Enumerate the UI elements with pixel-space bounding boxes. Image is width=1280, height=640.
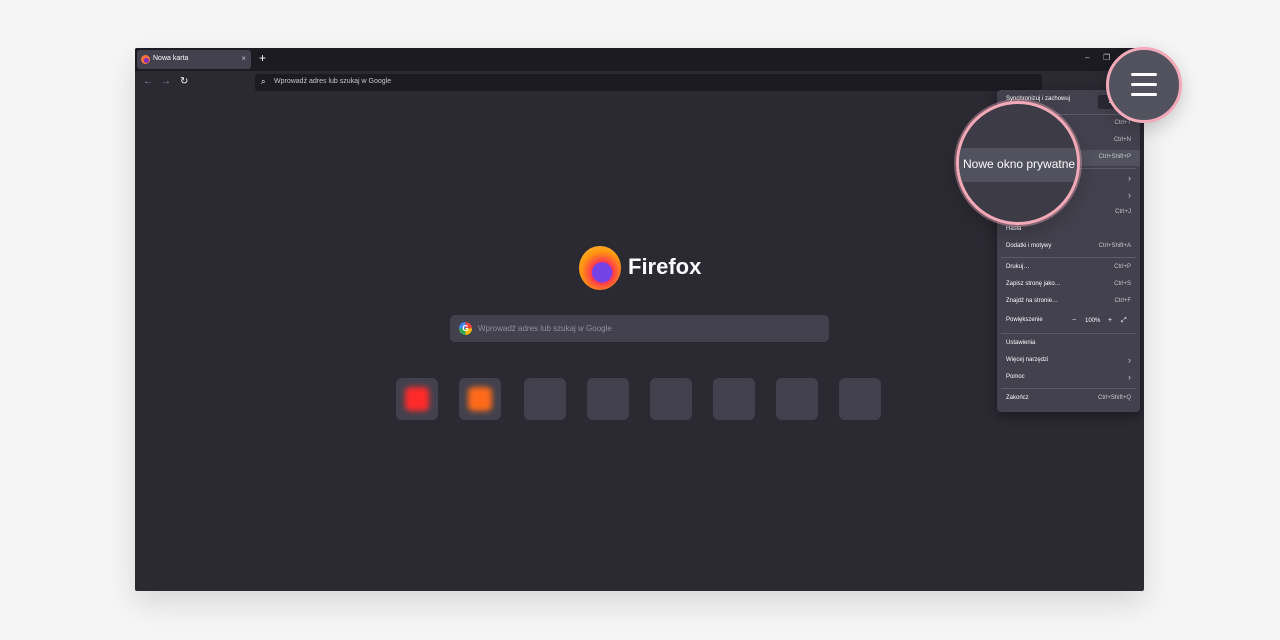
menu-item-zoom: Powiększenie − 100% + ⤢: [997, 312, 1140, 330]
minimize-icon[interactable]: –: [1085, 54, 1089, 62]
tab-new-tab[interactable]: Nowa karta ×: [137, 50, 251, 69]
restore-icon[interactable]: ❐: [1103, 54, 1110, 62]
menu-shortcut: Ctrl+P: [1114, 264, 1131, 270]
firefox-favicon-icon: [141, 55, 150, 64]
menu-divider: [1001, 257, 1136, 258]
top-site-tile[interactable]: [396, 378, 438, 420]
menu-shortcut: Ctrl+Shift+P: [1098, 154, 1131, 160]
top-site-tile-empty[interactable]: [839, 378, 881, 420]
tab-close-icon[interactable]: ×: [241, 54, 246, 64]
menu-label: Powiększenie: [1006, 317, 1043, 323]
menu-item-settings[interactable]: Ustawienia: [997, 336, 1140, 352]
home-search-input[interactable]: G Wprowadź adres lub szukaj w Google: [450, 315, 829, 342]
top-site-tile-empty[interactable]: [713, 378, 755, 420]
home-search-placeholder: Wprowadź adres lub szukaj w Google: [478, 324, 612, 333]
menu-label: Pomoc: [1006, 374, 1025, 380]
navigation-bar: ← → ↻ ⌕ Wprowadź adres lub szukaj w Goog…: [135, 71, 1144, 94]
top-site-tile-empty[interactable]: [776, 378, 818, 420]
menu-shortcut: Ctrl+J: [1115, 209, 1131, 215]
menu-shortcut: Ctrl+Shift+Q: [1097, 395, 1131, 401]
menu-label: Zapisz stronę jako…: [1006, 281, 1061, 287]
hamburger-menu-button[interactable]: [1106, 47, 1182, 123]
zoom-out-button[interactable]: −: [1072, 316, 1076, 325]
menu-item-more-tools[interactable]: Więcej narzędzi ›: [997, 353, 1140, 369]
url-bar[interactable]: ⌕ Wprowadź adres lub szukaj w Google: [255, 74, 1042, 91]
menu-label: Hasła: [1006, 226, 1022, 232]
zoom-level[interactable]: 100%: [1085, 317, 1100, 326]
menu-label: Dodatki i motywy: [1006, 243, 1052, 249]
menu-item-print[interactable]: Drukuj… Ctrl+P: [997, 260, 1140, 276]
menu-item-save-page[interactable]: Zapisz stronę jako… Ctrl+S: [997, 277, 1140, 293]
site-favicon-icon: [405, 387, 429, 411]
firefox-logo-icon: [579, 246, 621, 290]
fullscreen-icon[interactable]: ⤢: [1121, 316, 1127, 325]
chevron-right-icon: ›: [1128, 355, 1131, 365]
menu-shortcut: Ctrl+N: [1113, 137, 1131, 143]
site-favicon-icon: [468, 387, 492, 411]
top-site-tile-empty[interactable]: [524, 378, 566, 420]
tab-title: Nowa karta: [153, 55, 189, 62]
zoom-in-button[interactable]: +: [1108, 316, 1112, 325]
reload-icon[interactable]: ↻: [180, 76, 188, 88]
menu-item-help[interactable]: Pomoc ›: [997, 370, 1140, 386]
menu-divider: [1001, 388, 1136, 389]
menu-shortcut: Ctrl+T: [1114, 120, 1132, 126]
chevron-right-icon: ›: [1128, 190, 1131, 200]
magnified-private-window-label: Nowe okno prywatne: [963, 157, 1076, 171]
menu-shortcut: Ctrl+S: [1114, 281, 1131, 287]
chevron-right-icon: ›: [1128, 173, 1131, 183]
menu-item-find[interactable]: Znajdź na stronie… Ctrl+F: [997, 294, 1140, 310]
firefox-wordmark: Firefox: [628, 254, 702, 279]
menu-label: Drukuj…: [1006, 264, 1030, 270]
menu-label: Zakończ: [1006, 395, 1029, 401]
firefox-logo: Firefox: [579, 246, 719, 290]
url-placeholder: Wprowadź adres lub szukaj w Google: [274, 78, 392, 85]
top-site-tile[interactable]: [459, 378, 501, 420]
search-icon: ⌕: [261, 77, 266, 86]
menu-label: Więcej narzędzi: [1006, 357, 1049, 363]
menu-divider: [1001, 333, 1136, 334]
hamburger-icon: [1131, 83, 1157, 86]
hamburger-icon: [1131, 73, 1157, 76]
chevron-right-icon: ›: [1128, 372, 1131, 382]
google-icon: G: [459, 322, 472, 335]
menu-shortcut: Ctrl+F: [1114, 298, 1132, 304]
menu-label: Znajdź na stronie…: [1006, 298, 1059, 304]
top-site-tile-empty[interactable]: [587, 378, 629, 420]
top-site-tile-empty[interactable]: [650, 378, 692, 420]
menu-item-addons[interactable]: Dodatki i motywy Ctrl+Shift+A: [997, 239, 1140, 255]
magnifier-callout: Nowe okno prywatne: [956, 101, 1080, 225]
menu-item-quit[interactable]: Zakończ Ctrl+Shift+Q: [997, 391, 1140, 407]
tab-bar: Nowa karta × + – ❐: [135, 48, 1144, 71]
new-tab-button[interactable]: +: [259, 52, 266, 64]
menu-label: Ustawienia: [1006, 340, 1036, 346]
hamburger-icon: [1131, 93, 1157, 96]
forward-arrow-icon[interactable]: →: [161, 76, 171, 88]
menu-shortcut: Ctrl+Shift+A: [1098, 243, 1131, 249]
back-arrow-icon[interactable]: ←: [143, 76, 153, 88]
